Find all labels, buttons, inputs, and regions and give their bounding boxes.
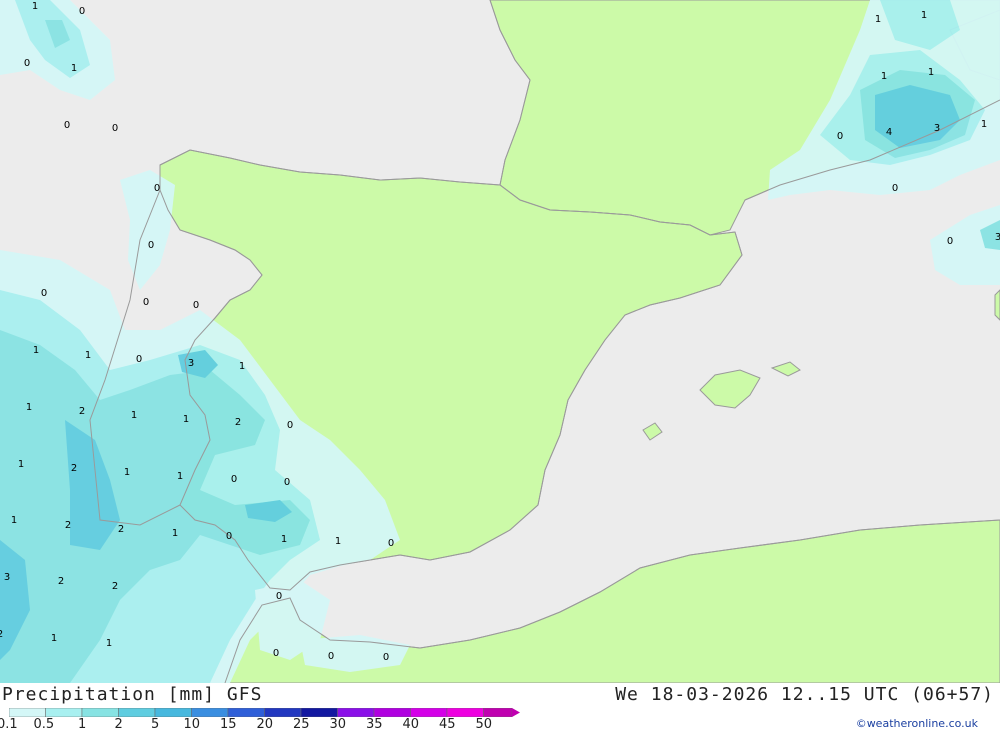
map-value: 1	[32, 1, 38, 12]
footer: Precipitation [mm] GFS We 18-03-2026 12.…	[0, 683, 1000, 733]
map-value: 1	[921, 10, 927, 21]
map-value: 1	[172, 528, 178, 539]
map-value: 1	[281, 534, 287, 545]
legend-label: 20	[256, 717, 274, 732]
legend-label: 0.1	[0, 717, 18, 732]
legend-swatch	[337, 708, 375, 717]
map-value: 1	[26, 402, 32, 413]
legend-arrow	[512, 708, 520, 717]
map-value: 3	[995, 232, 1000, 243]
map-value: 2	[79, 406, 85, 417]
legend-swatch	[227, 708, 265, 717]
legend-label: 45	[439, 717, 456, 732]
map-value: 0	[287, 420, 293, 431]
map-value: 0	[143, 297, 149, 308]
legend-label: 35	[366, 717, 383, 732]
map-value: 2	[0, 629, 3, 640]
map-value: 0	[112, 123, 118, 134]
forecast-datetime: We 18-03-2026 12..15 UTC (06+57)	[615, 684, 994, 705]
map-value: 0	[64, 120, 70, 131]
legend-label: 25	[293, 717, 310, 732]
legend-label: 15	[220, 717, 237, 732]
map-value: 1	[881, 71, 887, 82]
map-value: 1	[981, 119, 987, 130]
legend-swatch	[410, 708, 448, 717]
map-value: 2	[71, 463, 77, 474]
map-value: 1	[51, 633, 57, 644]
map-value: 2	[118, 524, 124, 535]
map-value: 0	[41, 288, 47, 299]
legend-label: 5	[151, 717, 160, 732]
map-value: 3	[4, 572, 10, 583]
map-value: 0	[24, 58, 30, 69]
legend-label: 2	[114, 717, 123, 732]
legend-label: 1	[78, 717, 87, 732]
map-value: 1	[18, 459, 24, 470]
map-value: 1	[131, 410, 137, 421]
legend-swatch	[154, 708, 192, 717]
map-value: 1	[875, 14, 881, 25]
map-value: 1	[124, 467, 130, 478]
map-value: 1	[106, 638, 112, 649]
map-value: 3	[934, 123, 940, 134]
legend-swatch	[118, 708, 156, 717]
map-value: 1	[335, 536, 341, 547]
legend-swatch	[373, 708, 411, 717]
land-east-island	[994, 289, 1000, 321]
map-value: 2	[58, 576, 64, 587]
map-value: 0	[276, 591, 282, 602]
map-value: 2	[65, 520, 71, 531]
map-value: 0	[226, 531, 232, 542]
map-value: 1	[239, 361, 245, 372]
map-value: 0	[284, 477, 290, 488]
legend-swatch	[81, 708, 119, 717]
map-value: 0	[148, 240, 154, 251]
legend-label: 30	[329, 717, 347, 732]
legend-swatch	[446, 708, 484, 717]
legend-swatch	[45, 708, 83, 717]
legend-swatch	[264, 708, 302, 717]
map-value: 0	[154, 183, 160, 194]
map-title: Precipitation [mm] GFS	[2, 684, 263, 705]
legend-swatch	[9, 708, 46, 717]
legend-label: 10	[183, 717, 201, 732]
legend-label: 0.5	[33, 717, 55, 732]
map-value: 1	[183, 414, 189, 425]
map-value: 0	[328, 651, 334, 662]
map-value: 0	[947, 236, 953, 247]
map-value: 0	[273, 648, 279, 659]
map-value: 1	[85, 350, 91, 361]
map-value: 0	[193, 300, 199, 311]
map-value: 1	[928, 67, 934, 78]
map-value: 0	[892, 183, 898, 194]
map-value: 0	[388, 538, 394, 549]
legend-colorbar	[9, 708, 520, 717]
map-value: 1	[11, 515, 17, 526]
legend-swatch	[300, 708, 338, 717]
legend-label: 40	[402, 717, 420, 732]
legend-labels: 0.1 0.5 1 2 5 10 15 20 25 30 35 40 45 50	[0, 717, 520, 733]
map-value: 0	[231, 474, 237, 485]
map-value: 0	[79, 6, 85, 17]
credit-link[interactable]: ©weatheronline.co.uk	[856, 717, 978, 730]
map-value: 1	[177, 471, 183, 482]
precipitation-map: 1 0 0 1 0 0 0 0 0 0 0 1 1 0 3 1 1 2 1 1 …	[0, 0, 1000, 684]
map-value: 3	[188, 358, 194, 369]
legend-swatch	[191, 708, 229, 717]
legend-swatch	[483, 708, 513, 717]
map-value: 1	[71, 63, 77, 74]
map-value: 0	[837, 131, 843, 142]
map-value: 2	[112, 581, 118, 592]
legend-label: 50	[475, 717, 493, 732]
map-value: 0	[383, 652, 389, 663]
map-value: 1	[33, 345, 39, 356]
map-value: 4	[886, 127, 892, 138]
map-value: 2	[235, 417, 241, 428]
map-value: 0	[136, 354, 142, 365]
